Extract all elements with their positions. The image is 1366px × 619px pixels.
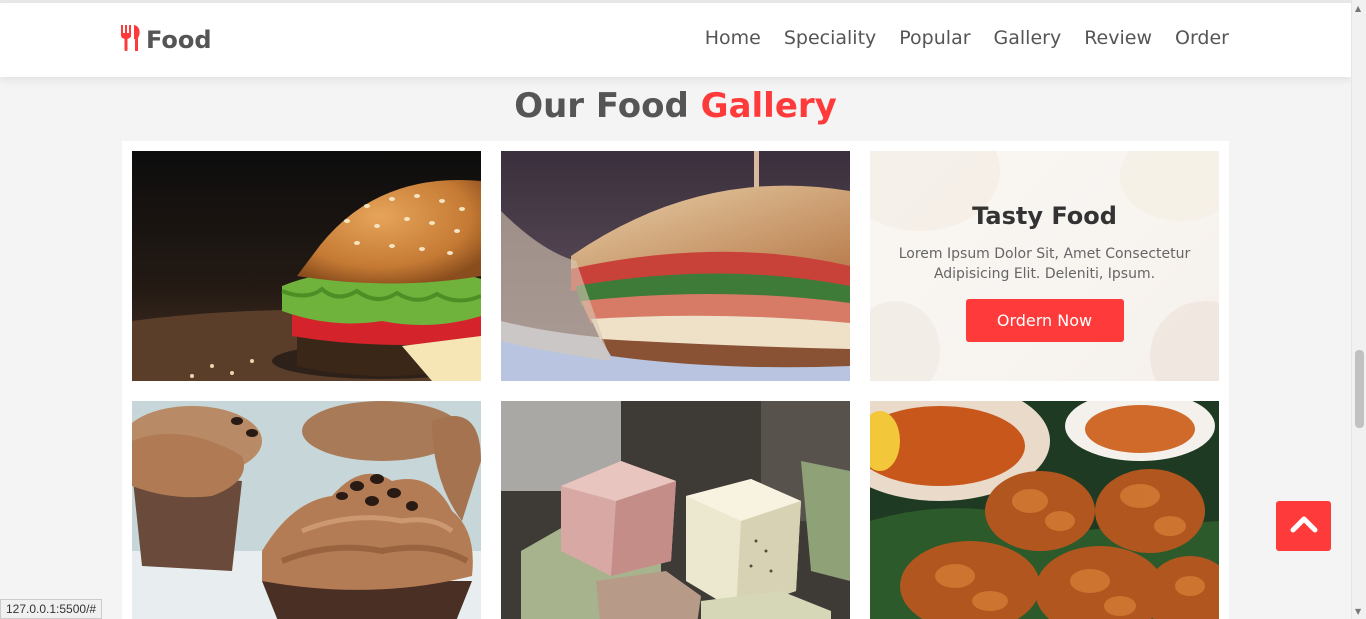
nav-review[interactable]: Review [1084, 27, 1152, 49]
logo-text: Food [146, 26, 212, 54]
utensils-icon [120, 25, 142, 55]
promo-content: Tasty Food Lorem Ipsum Dolor Sit, Amet C… [870, 151, 1219, 381]
order-now-button[interactable]: Ordern Now [965, 299, 1124, 342]
title-main: Our Food [514, 86, 689, 126]
chevron-up-icon [1290, 515, 1318, 537]
nav-home[interactable]: Home [705, 27, 761, 49]
promo-card: Tasty Food Lorem Ipsum Dolor Sit, Amet C… [870, 151, 1219, 381]
scrollbar-thumb[interactable] [1355, 350, 1364, 428]
scroll-to-top-button[interactable] [1276, 501, 1331, 551]
site-header: Food Home Speciality Popular Gallery Rev… [0, 3, 1351, 77]
logo[interactable]: Food [120, 24, 212, 56]
nav-gallery[interactable]: Gallery [994, 27, 1062, 49]
gallery-image-fried-chicken[interactable] [870, 401, 1219, 619]
gallery-image-burger[interactable] [132, 151, 481, 381]
nav-popular[interactable]: Popular [899, 27, 970, 49]
gallery-grid: Tasty Food Lorem Ipsum Dolor Sit, Amet C… [122, 141, 1229, 619]
scroll-up-arrow-icon[interactable]: ▲ [1355, 4, 1361, 13]
gallery-image-fudge-cubes[interactable] [501, 401, 850, 619]
scroll-down-arrow-icon[interactable]: ▼ [1355, 607, 1361, 616]
nav-order[interactable]: Order [1175, 27, 1229, 49]
status-bar-url: 127.0.0.1:5500/# [0, 599, 103, 619]
gallery-image-sandwich[interactable] [501, 151, 850, 381]
title-accent: Gallery [700, 86, 837, 126]
section-title: Our Food Gallery [0, 86, 1351, 126]
promo-text: Lorem Ipsum Dolor Sit, Amet Consectetur … [898, 246, 1191, 282]
nav-speciality[interactable]: Speciality [784, 27, 876, 49]
promo-title: Tasty Food [972, 202, 1117, 230]
page-scrollbar[interactable]: ▲ ▼ [1351, 0, 1366, 619]
main-nav: Home Speciality Popular Gallery Review O… [705, 27, 1229, 49]
gallery-image-cupcakes[interactable] [132, 401, 481, 619]
